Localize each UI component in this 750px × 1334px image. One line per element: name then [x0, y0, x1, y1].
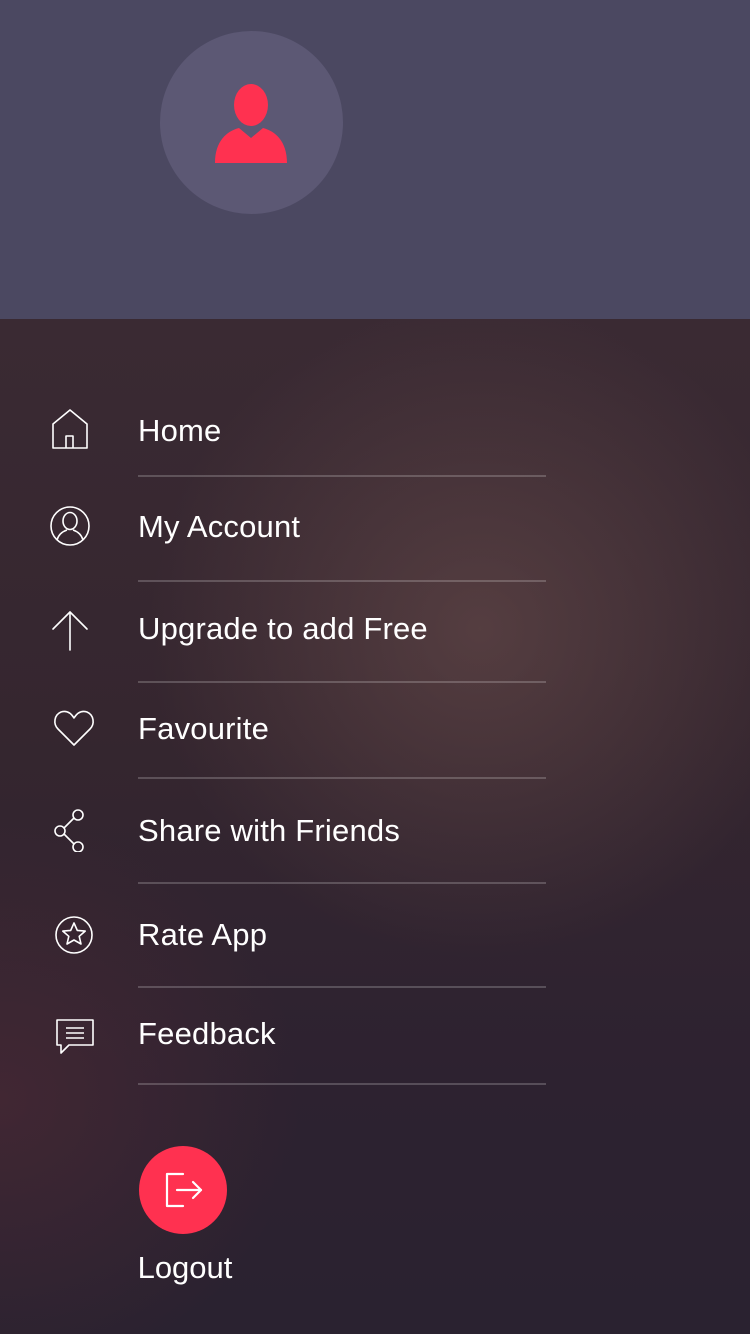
menu-label-rate-app: Rate App	[138, 917, 268, 952]
menu-item-my-account[interactable]: My Account	[0, 496, 750, 580]
divider	[138, 1083, 546, 1085]
menu-label-upgrade: Upgrade to add Free	[138, 611, 428, 646]
chat-bubble-icon	[52, 1015, 96, 1059]
avatar[interactable]	[160, 31, 343, 214]
divider	[138, 882, 546, 884]
share-icon	[48, 808, 92, 852]
divider	[138, 475, 546, 477]
divider	[138, 777, 546, 779]
divider	[138, 986, 546, 988]
menu-label-favourite: Favourite	[138, 711, 270, 746]
user-silhouette-icon	[215, 84, 287, 163]
logout-label[interactable]: Logout	[110, 1250, 260, 1286]
profile-header	[0, 0, 750, 319]
menu-label-share: Share with Friends	[138, 813, 401, 848]
menu-item-share[interactable]: Share with Friends	[0, 800, 750, 882]
home-icon	[48, 406, 92, 450]
menu-label-feedback: Feedback	[138, 1016, 276, 1051]
arrow-up-icon	[48, 608, 92, 652]
logout-icon	[165, 1172, 203, 1208]
star-circle-icon	[52, 913, 96, 957]
divider	[138, 681, 546, 683]
menu-item-rate-app[interactable]: Rate App	[0, 904, 750, 986]
heart-icon	[52, 706, 96, 750]
menu-label-home: Home	[138, 413, 222, 448]
user-circle-icon	[48, 504, 92, 548]
menu-label-my-account: My Account	[138, 509, 301, 544]
menu-item-home[interactable]: Home	[0, 400, 750, 476]
menu-item-favourite[interactable]: Favourite	[0, 698, 750, 778]
divider	[138, 580, 546, 582]
logout-button[interactable]	[139, 1146, 227, 1234]
menu-item-feedback[interactable]: Feedback	[0, 1003, 750, 1085]
menu-item-upgrade[interactable]: Upgrade to add Free	[0, 598, 750, 680]
